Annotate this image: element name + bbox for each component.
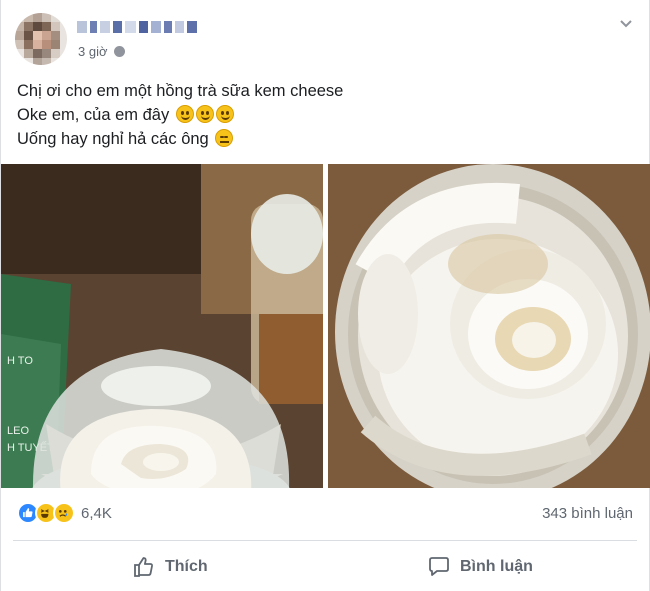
photo-drink-side[interactable]: 22 H TO LEO H TUYẾT [1,164,323,488]
globe-icon [113,46,125,57]
post-line-3: Uống hay nghỉ hả các ông [17,127,343,151]
comment-label: Bình luận [460,558,533,575]
post-text: Chị ơi cho em một hồng trà sữa kem chees… [17,79,343,151]
avatar[interactable] [15,13,67,65]
reaction-summary[interactable]: 6,4K [17,502,112,524]
like-label: Thích [165,558,208,575]
comment-bubble-icon [429,557,449,576]
smile-emoji-icon [195,105,214,123]
post-timestamp[interactable]: 3 giờ [78,44,125,59]
expressionless-emoji-icon [215,129,234,147]
menu-text-3: H TO [7,355,33,367]
chevron-down-icon[interactable] [615,14,637,34]
smile-emoji-icon [215,105,234,123]
comment-count-link[interactable]: 343 bình luận [542,505,633,522]
post-card: 3 giờ Chị ơi cho em một hồng trà sữa kem… [0,0,650,591]
post-line-1: Chị ơi cho em một hồng trà sữa kem chees… [17,82,344,100]
post-line-2: Oke em, của em đây [17,103,343,127]
menu-text-1: LEO [7,425,29,437]
photo-drink-top[interactable] [328,164,650,488]
comment-button[interactable]: Bình luận [427,552,533,582]
time-text: 3 giờ [78,44,108,59]
thumbs-up-icon [134,557,153,577]
sad-reaction-icon [53,502,75,524]
like-button[interactable]: Thích [132,552,208,582]
smile-emoji-icon [175,105,194,123]
author-name-redacted[interactable] [77,18,197,36]
photo-drink-side-image: 22 H TO LEO H TUYẾT [1,164,323,488]
divider [13,540,637,541]
reaction-count: 6,4K [81,504,112,522]
photo-drink-top-image [328,164,650,488]
